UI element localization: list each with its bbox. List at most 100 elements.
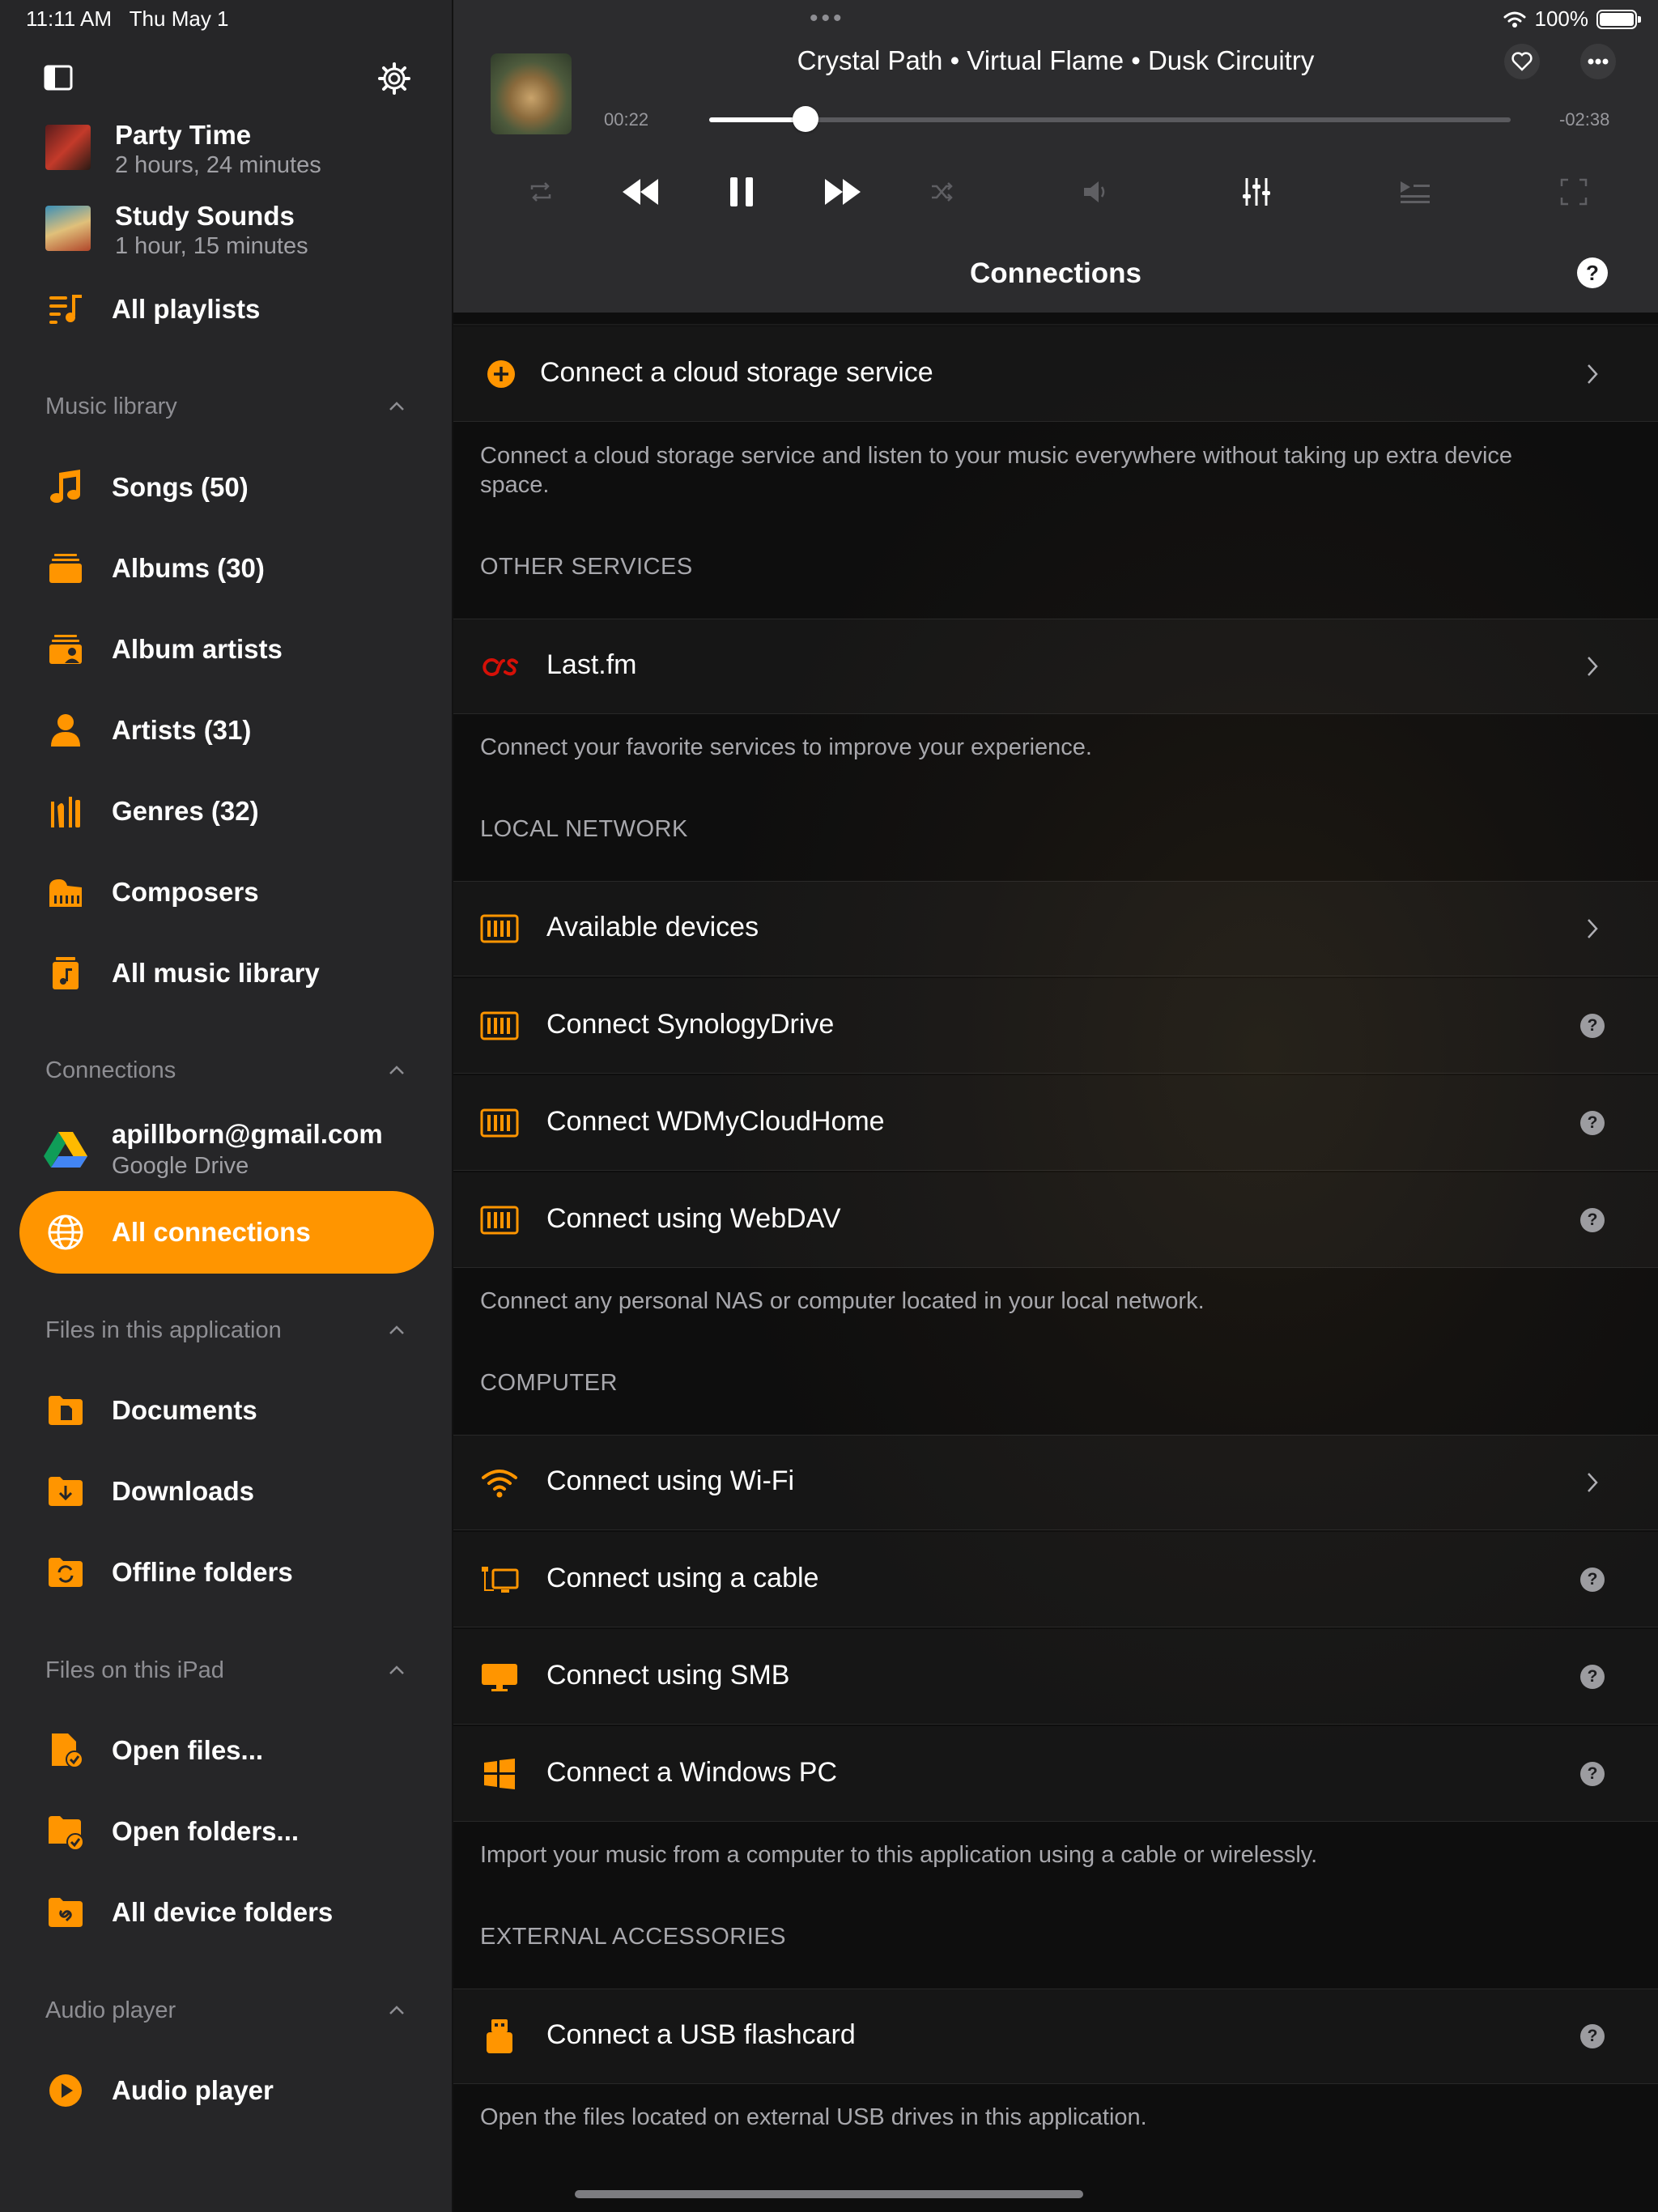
nas-device-icon bbox=[479, 1103, 520, 1143]
row-smb[interactable]: Connect using SMB ? bbox=[453, 1629, 1658, 1725]
help-question-icon[interactable]: ? bbox=[1580, 1208, 1605, 1232]
shuffle-icon[interactable] bbox=[918, 172, 967, 212]
help-question-icon[interactable]: ? bbox=[1580, 1665, 1605, 1689]
add-circle-icon bbox=[481, 354, 521, 394]
sidebar-item-open-folders[interactable]: Open folders... bbox=[0, 1797, 452, 1865]
row-cable[interactable]: Connect using a cable ? bbox=[453, 1532, 1658, 1627]
more-options-icon[interactable] bbox=[1580, 44, 1616, 79]
sidebar-item-label: Open folders... bbox=[112, 1816, 300, 1846]
help-question-icon[interactable]: ? bbox=[1580, 1568, 1605, 1592]
row-cloud-storage[interactable]: Connect a cloud storage service bbox=[453, 326, 1658, 422]
section-header-connections: Connections bbox=[45, 1057, 176, 1083]
playlist-thumbnail bbox=[45, 206, 91, 251]
row-label: Connect using SMB bbox=[546, 1660, 790, 1691]
queue-list-icon[interactable] bbox=[1391, 172, 1439, 212]
sidebar-item-label: Open files... bbox=[112, 1735, 264, 1765]
collapse-chevron-icon[interactable] bbox=[387, 2001, 406, 2020]
sidebar-item-documents[interactable]: Documents bbox=[0, 1376, 452, 1444]
row-usb-flashcard[interactable]: Connect a USB flashcard ? bbox=[453, 1989, 1658, 2084]
section-header-other-services: OTHER SERVICES bbox=[480, 554, 693, 580]
sidebar-toggle-icon[interactable] bbox=[44, 65, 73, 91]
row-available-devices[interactable]: Available devices bbox=[453, 881, 1658, 976]
sidebar-item-downloads[interactable]: Downloads bbox=[0, 1457, 452, 1525]
collapse-chevron-icon[interactable] bbox=[387, 1661, 406, 1680]
next-track-icon[interactable] bbox=[818, 172, 866, 212]
sidebar-item-genres[interactable]: Genres (32) bbox=[0, 777, 452, 845]
playlist-icon bbox=[45, 289, 86, 330]
volume-icon[interactable] bbox=[1072, 172, 1120, 212]
sidebar-item-label: Genres (32) bbox=[112, 796, 259, 826]
wifi-icon bbox=[1503, 11, 1525, 28]
list-divider bbox=[453, 324, 1658, 325]
progress-knob[interactable] bbox=[793, 106, 818, 132]
status-date: Thu May 1 bbox=[129, 6, 229, 31]
sidebar-item-open-files[interactable]: Open files... bbox=[0, 1716, 452, 1784]
open-file-icon bbox=[45, 1730, 86, 1771]
sidebar-item-offline-folders[interactable]: Offline folders bbox=[0, 1538, 452, 1606]
artist-person-icon bbox=[45, 710, 86, 751]
row-webdav[interactable]: Connect using WebDAV ? bbox=[453, 1172, 1658, 1268]
wifi-icon bbox=[479, 1462, 520, 1503]
sidebar-item-all-device-folders[interactable]: All device folders bbox=[0, 1878, 452, 1946]
fullscreen-icon[interactable] bbox=[1550, 172, 1598, 212]
documents-folder-icon bbox=[45, 1390, 86, 1431]
connection-google-drive[interactable]: apillborn@gmail.com Google Drive bbox=[0, 1117, 452, 1185]
nas-device-icon bbox=[479, 908, 520, 949]
section-header-files-app: Files in this application bbox=[45, 1317, 282, 1343]
row-label: Connect a Windows PC bbox=[546, 1757, 838, 1788]
settings-gear-icon[interactable] bbox=[377, 62, 411, 96]
help-question-icon[interactable]: ? bbox=[1580, 1762, 1605, 1786]
playlist-party-time[interactable]: Party Time 2 hours, 24 minutes bbox=[0, 113, 452, 194]
help-question-icon[interactable]: ? bbox=[1580, 2024, 1605, 2048]
help-question-icon[interactable]: ? bbox=[1577, 257, 1608, 288]
section-header-computer: COMPUTER bbox=[480, 1370, 618, 1396]
sidebar-item-label: Documents bbox=[112, 1395, 257, 1425]
collapse-chevron-icon[interactable] bbox=[387, 1061, 406, 1080]
sidebar-item-albums[interactable]: Albums (30) bbox=[0, 534, 452, 602]
row-wifi[interactable]: Connect using Wi-Fi bbox=[453, 1435, 1658, 1530]
chevron-right-icon bbox=[1580, 1470, 1605, 1495]
album-artist-icon bbox=[45, 629, 86, 670]
sidebar-item-label: All connections bbox=[112, 1217, 311, 1247]
home-indicator[interactable] bbox=[575, 2190, 1083, 2198]
lastfm-logo-icon bbox=[479, 646, 520, 687]
row-windows-pc[interactable]: Connect a Windows PC ? bbox=[453, 1726, 1658, 1822]
sidebar-item-album-artists[interactable]: Album artists bbox=[0, 615, 452, 683]
collapse-chevron-icon[interactable] bbox=[387, 397, 406, 416]
row-divider bbox=[453, 2083, 1658, 2084]
sidebar-item-all-playlists[interactable]: All playlists bbox=[0, 275, 452, 343]
local-network-footnote: Connect any personal NAS or computer loc… bbox=[480, 1288, 1205, 1314]
pause-icon[interactable] bbox=[717, 172, 766, 212]
device-folder-icon bbox=[45, 1892, 86, 1933]
chevron-right-icon bbox=[1580, 362, 1605, 386]
row-label: Available devices bbox=[546, 912, 759, 942]
sidebar-item-label: All music library bbox=[112, 958, 320, 988]
collapse-chevron-icon[interactable] bbox=[387, 1321, 406, 1340]
remaining-time: -02:38 bbox=[1559, 109, 1610, 130]
multitask-dots-icon[interactable]: ••• bbox=[810, 5, 845, 32]
progress-track[interactable] bbox=[709, 117, 1511, 122]
sidebar-item-label: Songs (50) bbox=[112, 472, 249, 502]
previous-track-icon[interactable] bbox=[617, 172, 665, 212]
elapsed-time: 00:22 bbox=[604, 109, 649, 130]
sidebar-item-audio-player[interactable]: Audio player bbox=[0, 2057, 452, 2125]
playlist-study-sounds[interactable]: Study Sounds 1 hour, 15 minutes bbox=[0, 194, 452, 275]
sidebar-item-songs[interactable]: Songs (50) bbox=[0, 453, 452, 521]
equalizer-icon[interactable] bbox=[1232, 172, 1281, 212]
help-question-icon[interactable]: ? bbox=[1580, 1014, 1605, 1038]
sidebar-item-artists[interactable]: Artists (31) bbox=[0, 696, 452, 764]
row-wdmycloudhome[interactable]: Connect WDMyCloudHome ? bbox=[453, 1075, 1658, 1171]
repeat-icon[interactable] bbox=[517, 172, 565, 212]
sidebar-item-all-connections[interactable]: All connections bbox=[19, 1191, 434, 1274]
help-question-icon[interactable]: ? bbox=[1580, 1111, 1605, 1135]
row-divider bbox=[453, 881, 1658, 882]
favorite-heart-icon[interactable] bbox=[1504, 44, 1540, 79]
section-header-files-ipad: Files on this iPad bbox=[45, 1657, 224, 1683]
sidebar-item-composers[interactable]: Composers bbox=[0, 858, 452, 926]
row-lastfm[interactable]: Last.fm bbox=[453, 619, 1658, 714]
sidebar-item-all-music-library[interactable]: All music library bbox=[0, 939, 452, 1007]
row-synology-drive[interactable]: Connect SynologyDrive ? bbox=[453, 978, 1658, 1074]
nas-device-icon bbox=[479, 1200, 520, 1240]
battery-icon bbox=[1596, 9, 1641, 29]
section-header-audio-player: Audio player bbox=[45, 1997, 176, 2023]
